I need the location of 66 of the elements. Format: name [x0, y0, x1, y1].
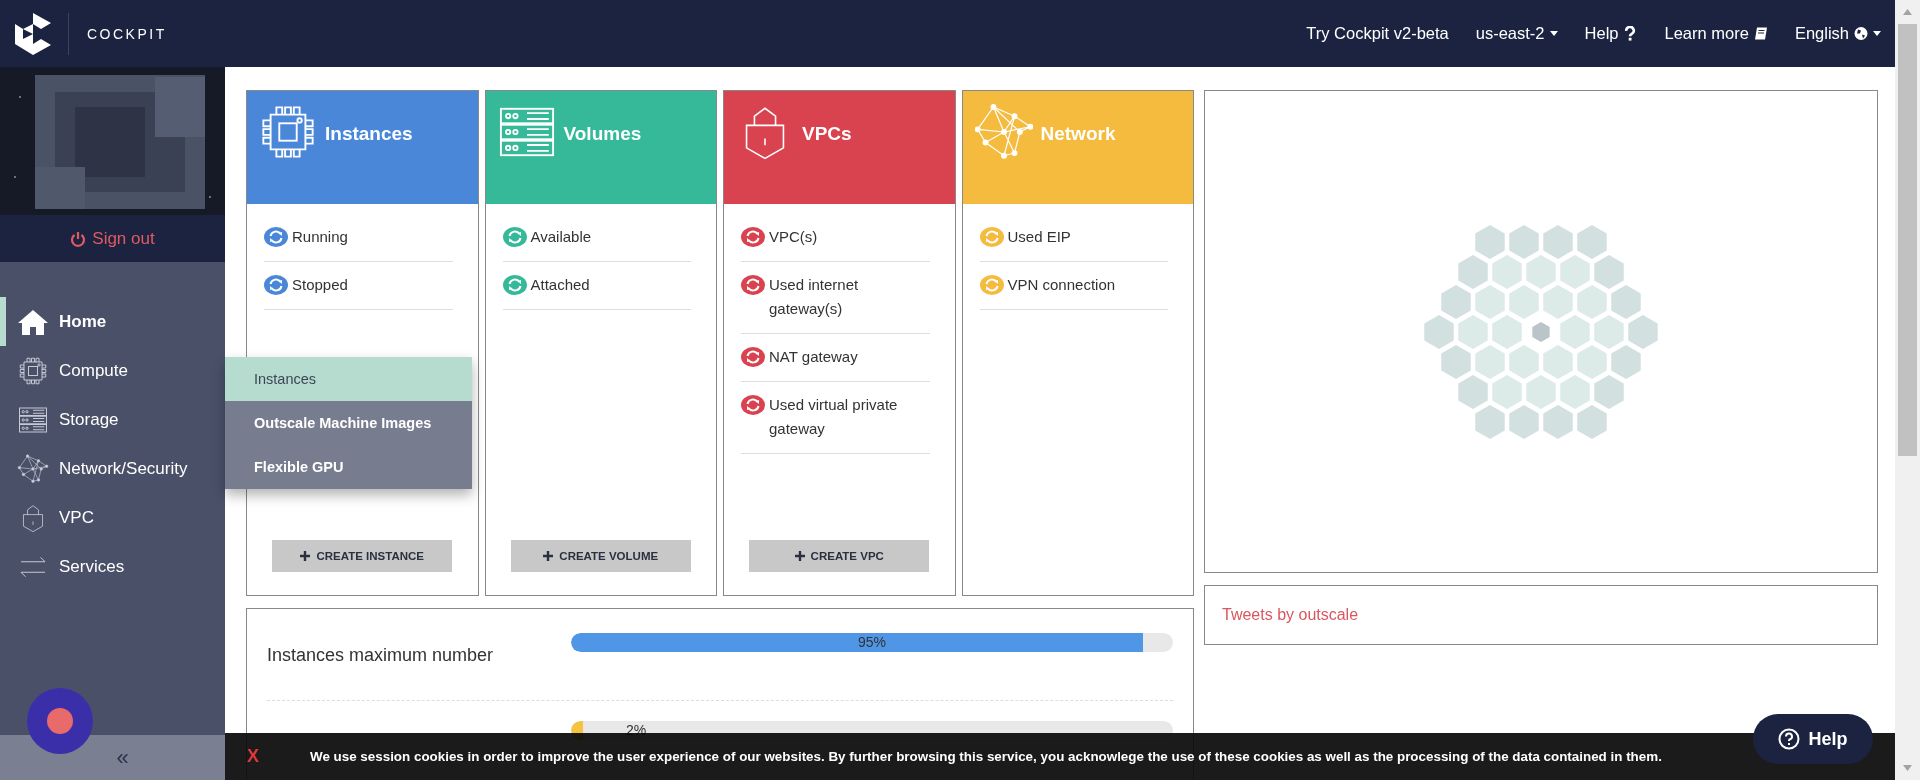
refresh-icon — [741, 275, 765, 295]
refresh-icon — [741, 395, 765, 415]
submenu-item[interactable]: Flexible GPU — [225, 445, 472, 489]
nav-item[interactable]: Compute — [0, 346, 225, 395]
card-title: Network — [1040, 123, 1116, 145]
sign-out-link[interactable]: Sign out — [70, 228, 155, 249]
create-button[interactable]: CREATE INSTANCE — [272, 540, 453, 572]
question-icon — [1778, 728, 1801, 750]
network-icon — [974, 103, 1033, 161]
nav-item[interactable]: VPC — [0, 493, 225, 542]
submenu-item[interactable]: Outscale Machine Images — [225, 401, 472, 445]
network-icon — [17, 453, 49, 484]
caret-icon — [1549, 31, 1558, 36]
resource-label: Available — [530, 227, 593, 247]
header-link[interactable]: Learn more — [1664, 24, 1768, 43]
header-link[interactable]: Help — [1584, 24, 1638, 43]
refresh-icon — [741, 227, 765, 247]
plus-icon — [543, 551, 554, 561]
resource-label: NAT gateway — [769, 347, 859, 367]
refresh-icon — [979, 275, 1004, 295]
nav-item[interactable]: Storage — [0, 395, 225, 444]
resource-label: Stopped — [292, 275, 349, 295]
caret-icon — [1873, 31, 1881, 36]
nav-item[interactable]: Services — [0, 542, 225, 591]
plus-icon — [794, 551, 805, 561]
plus-icon — [300, 551, 311, 561]
create-button[interactable]: CREATE VPC — [749, 540, 930, 572]
resource-label: VPN connection — [1007, 275, 1117, 295]
quota-label: Instances maximum number — [267, 644, 495, 666]
refresh-icon — [502, 275, 527, 295]
card-title: Volumes — [563, 123, 642, 145]
submenu-item[interactable]: Instances — [225, 357, 472, 401]
refresh-icon — [502, 227, 527, 247]
chip-icon — [259, 103, 317, 161]
resource-label: Running — [292, 227, 349, 247]
chip-icon — [17, 355, 49, 386]
refresh-icon — [264, 227, 288, 247]
help-button[interactable]: Help — [1753, 714, 1873, 764]
resource-label: VPC(s) — [769, 227, 819, 247]
scrollbar[interactable] — [1895, 0, 1920, 780]
tweets-link[interactable]: Tweets by outscale — [1222, 606, 1359, 624]
header-link[interactable]: us-east-2 — [1475, 24, 1558, 43]
refresh-icon — [264, 275, 288, 295]
header-link[interactable]: English — [1794, 24, 1881, 43]
question-icon — [1623, 26, 1638, 41]
nav-item[interactable]: Home — [0, 297, 225, 346]
app-name: COCKPIT — [87, 25, 167, 42]
nav-item[interactable]: Network/Security — [0, 444, 225, 493]
refresh-icon — [979, 227, 1004, 247]
card-title: Instances — [325, 123, 413, 145]
resource-label: Used EIP — [1007, 227, 1072, 247]
resource-label: Used internet gateway(s) — [769, 275, 860, 319]
progress-reading: 95% — [858, 634, 886, 650]
close-button[interactable]: X — [247, 746, 297, 767]
globe-icon — [1854, 26, 1868, 41]
resource-label: Attached — [530, 275, 591, 295]
refresh-icon — [741, 347, 765, 367]
resource-label: Used virtual private gateway — [769, 395, 899, 439]
card-title: VPCs — [802, 123, 852, 145]
power-icon — [70, 230, 87, 247]
cookie-text: We use session cookies in order to improve the user experience of our websites. By further browsing this service, you acknowlege the use of these cookies as well as the processing of the data contained in them. — [310, 749, 1662, 764]
header-link[interactable]: Try Cockpit v2-beta — [1306, 24, 1449, 43]
create-button[interactable]: CREATE VOLUME — [510, 540, 691, 572]
server-icon — [17, 404, 49, 435]
book-icon — [1753, 26, 1768, 41]
logo-icon — [14, 11, 52, 56]
